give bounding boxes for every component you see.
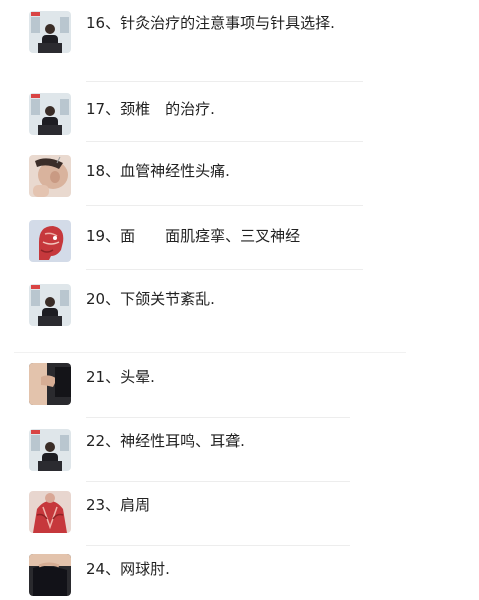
lesson-title: 22、神经性耳鸣、耳聋. — [86, 432, 245, 450]
section-divider — [14, 352, 406, 353]
shoulder-muscle-anatomy-icon — [29, 491, 71, 533]
lesson-title: 23、肩周 — [86, 496, 151, 514]
hand-treatment-photo-icon — [29, 363, 71, 405]
list-item[interactable]: 18、血管神经性头痛. — [0, 142, 479, 206]
list-item[interactable]: 21、头晕. — [0, 356, 479, 420]
lesson-title: 17、颈椎 的治疗. — [86, 100, 215, 118]
lecture-video-thumbnail-icon — [29, 284, 71, 326]
lesson-title: 20、下颌关节紊乱. — [86, 290, 215, 308]
list-item[interactable]: 23、肩周 — [0, 484, 479, 546]
lesson-title: 24、网球肘. — [86, 560, 170, 578]
list-item[interactable]: 22、神经性耳鸣、耳聋. — [0, 420, 479, 484]
divider — [86, 417, 350, 418]
lesson-title: 19、面 面肌痉挛、三叉神经 — [86, 227, 301, 245]
list-item[interactable]: 19、面 面肌痉挛、三叉神经 — [0, 206, 479, 270]
lecture-video-thumbnail-icon — [29, 11, 71, 53]
list-item[interactable]: 20、下颌关节紊乱. — [0, 270, 479, 336]
elbow-treatment-photo-icon — [29, 554, 71, 596]
list-item[interactable]: 17、颈椎 的治疗. — [0, 82, 479, 142]
facial-anatomy-icon — [29, 220, 71, 262]
list-item[interactable]: 16、针灸治疗的注意事项与针具选择. — [0, 0, 479, 82]
head-acupuncture-photo-icon — [29, 155, 71, 197]
lecture-video-thumbnail-icon — [29, 93, 71, 135]
lesson-title: 16、针灸治疗的注意事项与针具选择. — [86, 14, 335, 32]
lesson-title: 21、头晕. — [86, 368, 155, 386]
lesson-title: 18、血管神经性头痛. — [86, 162, 230, 180]
divider — [86, 481, 350, 482]
list-item[interactable]: 24、网球肘. — [0, 546, 479, 600]
lecture-video-thumbnail-icon — [29, 429, 71, 471]
lesson-list: 16、针灸治疗的注意事项与针具选择. 17、颈椎 的治疗. 18、血管神经性头痛… — [0, 0, 479, 600]
